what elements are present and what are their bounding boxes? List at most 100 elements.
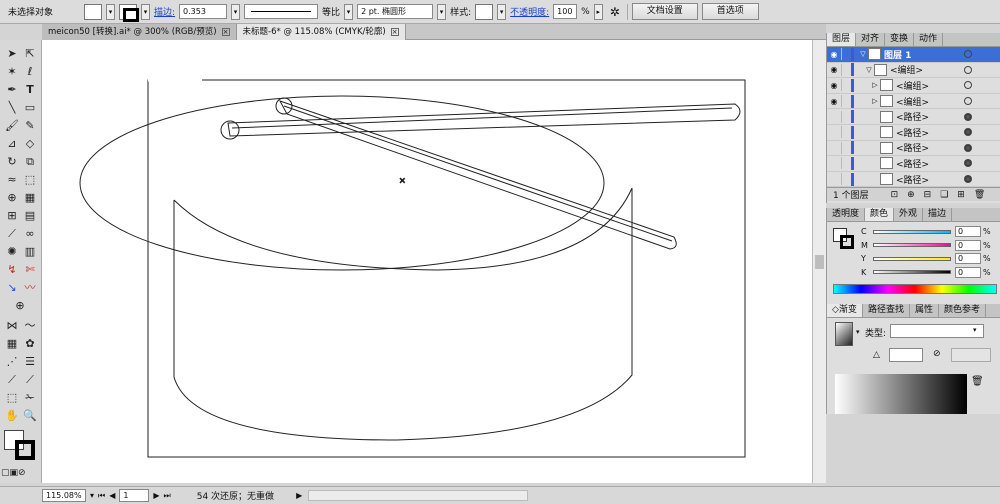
vertical-scrollbar[interactable] (812, 40, 826, 483)
visibility-eye-icon[interactable]: ◉ (827, 97, 841, 106)
lock-cell[interactable] (841, 110, 851, 123)
zoom-tool-icon[interactable]: 🔍 (21, 408, 39, 424)
lock-cell[interactable] (841, 79, 851, 92)
style-swatch[interactable] (475, 3, 494, 20)
layer-row-path[interactable]: <路径> (827, 109, 1000, 125)
stroke-swatch-large[interactable] (15, 440, 35, 460)
zoom-dropdown-icon[interactable]: ▾ (90, 491, 94, 500)
pencil-tool-icon[interactable]: ✎ (21, 118, 39, 134)
stroke-dropdown[interactable]: ▾ (141, 3, 150, 20)
type-tool-icon[interactable]: T (21, 82, 39, 98)
color-spectrum-bar[interactable] (833, 284, 997, 294)
target-circle-icon[interactable] (964, 128, 972, 137)
target-circle-icon[interactable] (964, 175, 972, 184)
stroke-label[interactable]: 描边: (154, 5, 175, 18)
channel-row-y[interactable]: Y 0 % (827, 252, 1000, 266)
layer-row-group[interactable]: ◉ ▽ <编组> (827, 63, 1000, 79)
expand-triangle-icon[interactable]: ▷ (870, 81, 880, 89)
tab-pathfinder[interactable]: 路径查找 (863, 304, 910, 317)
lock-cell[interactable] (841, 173, 851, 186)
tab-transform[interactable]: 变换 (885, 33, 915, 46)
collapse-triangle-icon[interactable]: ▽ (858, 50, 868, 58)
stroke-weight-field[interactable]: 0.353 (179, 4, 228, 19)
variable-width-profile[interactable] (244, 4, 319, 19)
layer-row-group[interactable]: ◉ ▷ <编组> (827, 78, 1000, 94)
tab-stroke[interactable]: 描边 (923, 208, 953, 221)
magic-wand-tool-icon[interactable]: ✶ (3, 64, 21, 80)
style-dropdown[interactable]: ▾ (497, 3, 507, 20)
document-setup-button[interactable]: 文档设置 (631, 3, 698, 20)
fill-stroke-indicator[interactable] (4, 430, 38, 462)
blend-tool-icon[interactable]: ∞ (21, 226, 39, 242)
lock-cell[interactable] (841, 63, 851, 76)
gradient-aspect-field[interactable] (951, 348, 991, 362)
channel-value[interactable]: 0 (955, 226, 981, 238)
last-artboard-icon[interactable]: ⏭ (164, 491, 171, 501)
lasso-tool-icon[interactable]: ℓ (21, 64, 39, 80)
direct-selection-tool-icon[interactable]: ⇱ (21, 46, 39, 62)
perspective-grid-tool-icon[interactable]: ▦ (21, 190, 39, 206)
gradient-dropdown-icon[interactable]: ▾ (856, 328, 860, 336)
hand-tool-icon[interactable]: ✋ (3, 408, 21, 424)
close-icon[interactable]: × (221, 28, 230, 36)
target-circle-icon[interactable] (964, 97, 972, 106)
target-circle-icon[interactable] (964, 81, 972, 90)
lock-cell[interactable] (841, 141, 851, 154)
status-menu-icon[interactable]: ▶ (296, 491, 302, 500)
crosshair-tool-icon[interactable]: ⊕ (11, 298, 29, 314)
tab-transparency[interactable]: 透明度 (827, 208, 866, 221)
lock-cell[interactable] (841, 157, 851, 170)
target-circle-icon[interactable] (964, 143, 972, 152)
expand-triangle-icon[interactable]: ▷ (870, 97, 880, 105)
layer-row-path[interactable]: <路径> (827, 156, 1000, 172)
scroll-thumb[interactable] (815, 255, 824, 269)
eyedropper-alt-tool-icon[interactable]: ⟋ (3, 372, 21, 388)
target-circle-icon[interactable] (964, 159, 972, 168)
warp-tool-icon[interactable]: ⋈ (3, 318, 21, 334)
brush-dropdown[interactable]: ▾ (437, 3, 447, 20)
knife-tool-icon[interactable]: ↯ (3, 262, 21, 278)
artboard-canvas[interactable]: × (42, 40, 812, 483)
tab-layers[interactable]: 图层 (827, 33, 857, 46)
close-icon[interactable]: × (390, 28, 399, 36)
smooth-tool-icon[interactable]: 〰 (21, 280, 39, 296)
selection-tool-icon[interactable]: ➤ (3, 46, 21, 62)
channel-slider[interactable] (873, 243, 951, 248)
layer-row-path[interactable]: <路径> (827, 172, 1000, 188)
opacity-dropdown[interactable]: ▸ (593, 3, 603, 20)
tab-meicon50[interactable]: meicon50 [转换].ai* @ 300% (RGB/预览) × (42, 24, 237, 40)
color-mode-icon[interactable]: ▢▣⊘ (1, 465, 26, 481)
blob-brush-tool-icon[interactable]: ⊿ (3, 136, 21, 152)
list-tool-icon[interactable]: ☰ (21, 354, 39, 370)
opacity-label[interactable]: 不透明度: (510, 5, 549, 18)
symbol-sprayer-tool-icon[interactable]: ✺ (3, 244, 21, 260)
stroke-weight-dropdown[interactable]: ▾ (231, 3, 241, 20)
layer-row-group[interactable]: ◉ ▷ <编组> (827, 94, 1000, 110)
visibility-eye-icon[interactable]: ◉ (827, 50, 841, 59)
tab-actions[interactable]: 动作 (914, 33, 944, 46)
path-tool-icon[interactable]: ↘ (3, 280, 21, 296)
channel-row-c[interactable]: C 0 % (827, 225, 1000, 239)
layer-row-path[interactable]: <路径> (827, 141, 1000, 157)
gradient-type-dropdown-icon[interactable]: ▾ (973, 326, 977, 334)
prev-artboard-icon[interactable]: ◀ (109, 491, 115, 500)
eraser-tool-icon[interactable]: ◇ (21, 136, 39, 152)
measure-tool-icon[interactable]: ⟋ (21, 372, 39, 388)
channel-slider[interactable] (873, 256, 951, 261)
rotate-tool-icon[interactable]: ↻ (3, 154, 21, 170)
scissors-tool-icon[interactable]: ✄ (21, 262, 39, 278)
paintbrush-tool-icon[interactable]: 🖌 (3, 118, 21, 134)
layer-row-path[interactable]: <路径> (827, 125, 1000, 141)
rectangle-tool-icon[interactable]: ▭ (21, 100, 39, 116)
channel-value[interactable]: 0 (955, 239, 981, 251)
artboard-field[interactable]: 1 (119, 489, 150, 502)
preferences-button[interactable]: 首选项 (701, 3, 759, 20)
channel-value[interactable]: 0 (955, 266, 981, 278)
tab-attributes[interactable]: 属性 (910, 304, 939, 317)
tab-color[interactable]: 颜色 (865, 208, 895, 221)
fill-swatch[interactable] (84, 3, 102, 20)
gradient-type-select[interactable] (890, 324, 984, 338)
slice-tool-icon[interactable]: ⋰ (3, 354, 21, 370)
lock-cell[interactable] (841, 126, 851, 139)
target-circle-icon[interactable] (964, 112, 972, 121)
